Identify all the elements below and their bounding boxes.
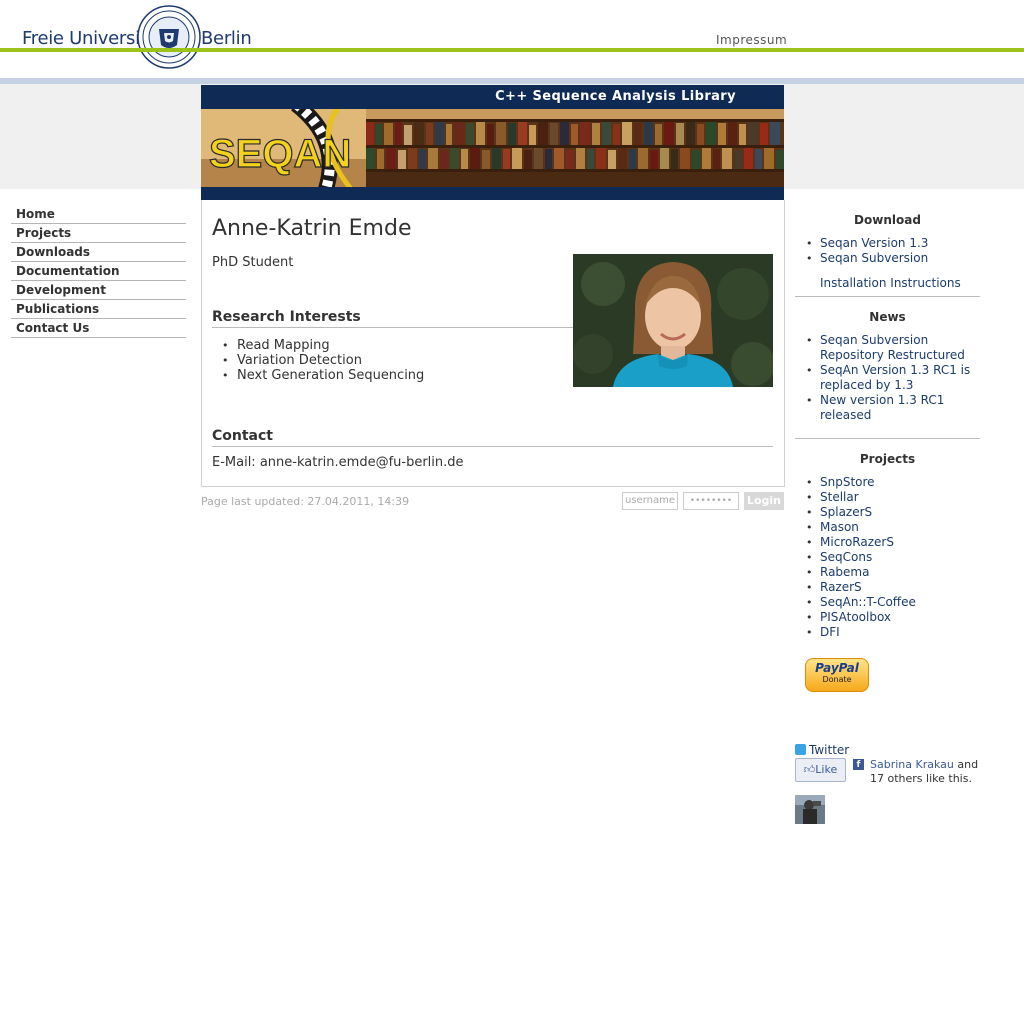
projects-list: SnpStore Stellar SplazerS Mason MicroRaz… xyxy=(806,475,916,640)
email-line: E-Mail: anne-katrin.emde@fu-berlin.de xyxy=(212,455,464,470)
impressum-link[interactable]: Impressum xyxy=(716,33,787,47)
email-address[interactable]: anne-katrin.emde@fu-berlin.de xyxy=(260,455,464,470)
donate-label: Donate xyxy=(822,675,852,684)
fb-and-text: and xyxy=(953,758,979,771)
sidebar-divider xyxy=(795,438,980,439)
twitter-icon xyxy=(795,744,806,755)
news-item-line[interactable]: New version 1.3 RC1 xyxy=(820,393,944,407)
paypal-donate-button[interactable]: PayPal Donate xyxy=(805,658,869,692)
download-link-subversion[interactable]: Seqan Subversion xyxy=(806,251,928,266)
facebook-likes-text: Sabrina Krakau and 17 others like this. xyxy=(870,758,980,786)
sidebar-divider xyxy=(795,296,980,297)
project-link[interactable]: Stellar xyxy=(806,490,916,505)
project-link[interactable]: SnpStore xyxy=(806,475,916,490)
contact-heading: Contact xyxy=(212,428,773,447)
nav-item-documentation[interactable]: Documentation xyxy=(11,262,186,281)
download-list: Seqan Version 1.3 Seqan Subversion xyxy=(806,236,928,266)
library-bookshelf-image: SEQAN xyxy=(201,109,784,187)
project-link[interactable]: DFI xyxy=(806,625,916,640)
list-item: Read Mapping xyxy=(222,338,424,353)
project-link[interactable]: Mason xyxy=(806,520,916,535)
news-item[interactable]: SeqAn Version 1.3 RC1 is replaced by 1.3 xyxy=(806,363,970,393)
news-item-line[interactable]: Seqan Subversion xyxy=(820,333,928,347)
nav-item-home[interactable]: Home xyxy=(11,205,186,224)
project-link[interactable]: SeqCons xyxy=(806,550,916,565)
position-text: PhD Student xyxy=(212,255,294,270)
header-green-divider xyxy=(0,48,1024,52)
download-heading: Download xyxy=(854,213,921,227)
facebook-icon: f xyxy=(853,759,864,770)
project-link[interactable]: RazerS xyxy=(806,580,916,595)
project-link[interactable]: Rabema xyxy=(806,565,916,580)
news-item-line[interactable]: Repository Restructured xyxy=(820,348,965,362)
banner-tagline: C++ Sequence Analysis Library xyxy=(495,89,736,104)
thumbs-up-icon: 👍︎ xyxy=(803,763,816,776)
news-item-line[interactable]: released xyxy=(820,408,871,422)
twitter-link[interactable]: Twitter xyxy=(795,743,849,757)
project-link[interactable]: PISAtoolbox xyxy=(806,610,916,625)
login-button[interactable]: Login xyxy=(744,492,784,510)
like-label[interactable]: Like xyxy=(815,763,837,776)
profile-photo xyxy=(573,254,773,387)
list-item: Variation Detection xyxy=(222,353,424,368)
news-item-line[interactable]: SeqAn Version 1.3 RC1 is xyxy=(820,363,970,377)
banner-title-bar: C++ Sequence Analysis Library xyxy=(201,85,784,109)
research-interests-list: Read Mapping Variation Detection Next Ge… xyxy=(222,338,424,383)
facebook-friend-avatar[interactable] xyxy=(795,795,825,824)
news-item[interactable]: Seqan Subversion Repository Restructured xyxy=(806,333,970,363)
nav-item-development[interactable]: Development xyxy=(11,281,186,300)
paypal-logo: PayPal xyxy=(815,661,859,675)
email-label: E-Mail: xyxy=(212,455,256,470)
nav-item-publications[interactable]: Publications xyxy=(11,300,186,319)
news-item-line[interactable]: replaced by 1.3 xyxy=(820,378,913,392)
nav-item-downloads[interactable]: Downloads xyxy=(11,243,186,262)
username-input[interactable]: username xyxy=(622,492,678,510)
last-updated-text: Page last updated: 27.04.2011, 14:39 xyxy=(201,495,410,508)
nav-item-projects[interactable]: Projects xyxy=(11,224,186,243)
twitter-label[interactable]: Twitter xyxy=(809,743,849,757)
list-item: Next Generation Sequencing xyxy=(222,368,424,383)
page-title: Anne-Katrin Emde xyxy=(212,216,412,241)
left-navigation: Home Projects Downloads Documentation De… xyxy=(11,205,186,338)
project-link[interactable]: SplazerS xyxy=(806,505,916,520)
nav-item-contact-us[interactable]: Contact Us xyxy=(11,319,186,338)
banner-bottom-bar xyxy=(201,187,784,200)
projects-heading: Projects xyxy=(859,452,916,466)
news-list: Seqan Subversion Repository Restructured… xyxy=(806,333,970,423)
password-input[interactable]: •••••••• xyxy=(683,492,739,510)
fb-others-text: 17 others like this. xyxy=(870,772,972,785)
news-heading: News xyxy=(869,310,906,324)
seqan-banner: C++ Sequence Analysis Library SEQAN xyxy=(201,85,784,200)
facebook-like-button[interactable]: 👍︎Like xyxy=(795,758,846,782)
fu-brand-right[interactable]: Berlin xyxy=(201,28,252,49)
seqan-logo-text: SEQAN xyxy=(209,132,351,176)
news-item[interactable]: New version 1.3 RC1 released xyxy=(806,393,970,423)
fu-seal-logo[interactable] xyxy=(137,5,201,69)
project-link[interactable]: SeqAn::T-Coffee xyxy=(806,595,916,610)
project-link[interactable]: MicroRazerS xyxy=(806,535,916,550)
facebook-friend-link[interactable]: Sabrina Krakau xyxy=(870,758,954,771)
research-interests-heading: Research Interests xyxy=(212,309,573,328)
download-link-version[interactable]: Seqan Version 1.3 xyxy=(806,236,928,251)
installation-instructions-link[interactable]: Installation Instructions xyxy=(820,276,961,290)
